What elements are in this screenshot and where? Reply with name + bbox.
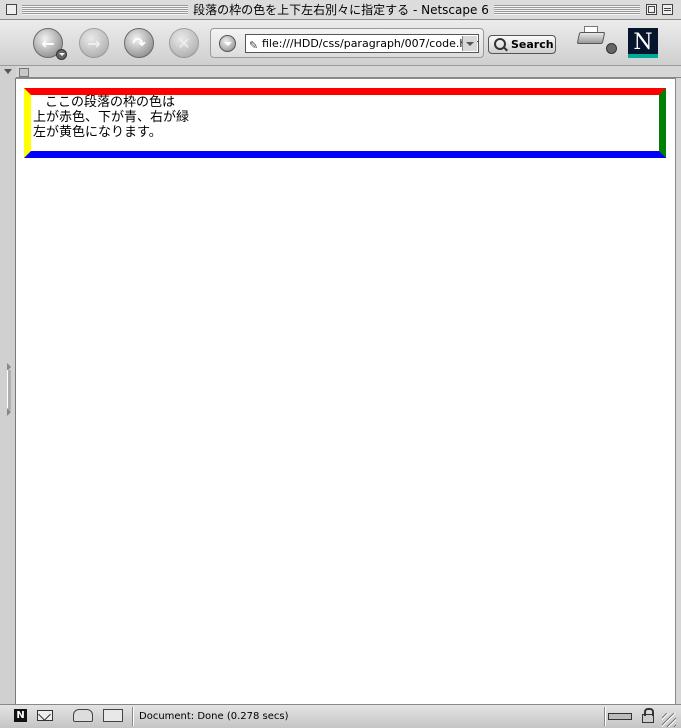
reload-icon: ↷ — [132, 33, 146, 53]
reload-button[interactable]: ↷ — [124, 28, 154, 58]
back-arrow-icon: ← — [41, 33, 55, 53]
status-divider — [132, 707, 133, 726]
address-book-icon[interactable] — [103, 709, 123, 722]
personal-toolbar-grippy[interactable] — [19, 68, 29, 77]
print-dropdown-icon[interactable] — [606, 43, 617, 54]
online-status-icon[interactable] — [608, 713, 632, 720]
forward-button[interactable]: → — [79, 28, 109, 58]
url-bar: ✎ file:///HDD/css/paragraph/007/code.htm — [210, 28, 484, 58]
stop-button[interactable]: ✕ — [169, 28, 199, 58]
close-box[interactable] — [6, 4, 17, 15]
title-stripes-left — [22, 5, 188, 15]
url-dropdown-button[interactable] — [219, 35, 236, 52]
print-button[interactable] — [576, 26, 617, 54]
page-icon: ✎ — [249, 39, 259, 52]
window-title: 段落の枠の色を上下左右別々に指定する - Netscape 6 — [188, 3, 494, 17]
search-label: Search — [511, 38, 554, 51]
paragraph-line-1: ここの段落の枠の色は — [45, 95, 176, 110]
personal-toolbar — [16, 66, 681, 78]
search-button[interactable]: Search — [488, 35, 556, 54]
zoom-box[interactable] — [646, 4, 657, 15]
search-icon — [494, 38, 506, 50]
navigator-icon[interactable]: N — [14, 709, 27, 722]
title-stripes-right — [494, 5, 640, 15]
composer-icon[interactable] — [73, 709, 93, 722]
paragraph-line-3: 左が黄色になります。 — [33, 125, 162, 140]
forward-arrow-icon: → — [87, 33, 101, 53]
window-resize-grip[interactable] — [662, 713, 676, 727]
status-bar: N Document: Done (0.278 secs) — [0, 704, 681, 728]
page-content: ここの段落の枠の色は 上が赤色、下が青、右が緑 左が黄色になります。 — [16, 78, 675, 704]
mail-icon[interactable] — [37, 710, 53, 721]
printer-icon — [576, 32, 606, 44]
paragraph-line-2: 上が赤色、下が青、右が緑 — [33, 110, 190, 125]
collapse-box[interactable] — [662, 4, 673, 15]
back-history-dropdown-icon[interactable] — [56, 49, 67, 60]
sidebar-grippy[interactable] — [7, 370, 11, 410]
url-history-dropdown-icon[interactable] — [462, 36, 477, 51]
title-bar[interactable]: 段落の枠の色を上下左右別々に指定する - Netscape 6 — [0, 0, 681, 20]
sidebar-expand-arrow-icon-2[interactable] — [7, 408, 11, 416]
toolbar-grippy[interactable] — [0, 66, 16, 78]
bordered-paragraph: ここの段落の枠の色は 上が赤色、下が青、右が緑 左が黄色になります。 — [24, 88, 666, 158]
back-button[interactable]: ← — [33, 28, 67, 60]
netscape-logo[interactable]: N — [628, 28, 658, 58]
content-right-edge — [675, 78, 681, 704]
status-text: Document: Done (0.278 secs) — [139, 711, 289, 722]
status-divider-right — [604, 707, 605, 726]
sidebar-splitter[interactable] — [0, 78, 16, 704]
security-lock-icon[interactable] — [642, 708, 654, 723]
url-input[interactable]: ✎ file:///HDD/css/paragraph/007/code.htm — [245, 34, 479, 53]
stop-icon: ✕ — [177, 33, 191, 53]
url-text: file:///HDD/css/paragraph/007/code.htm — [262, 37, 479, 50]
